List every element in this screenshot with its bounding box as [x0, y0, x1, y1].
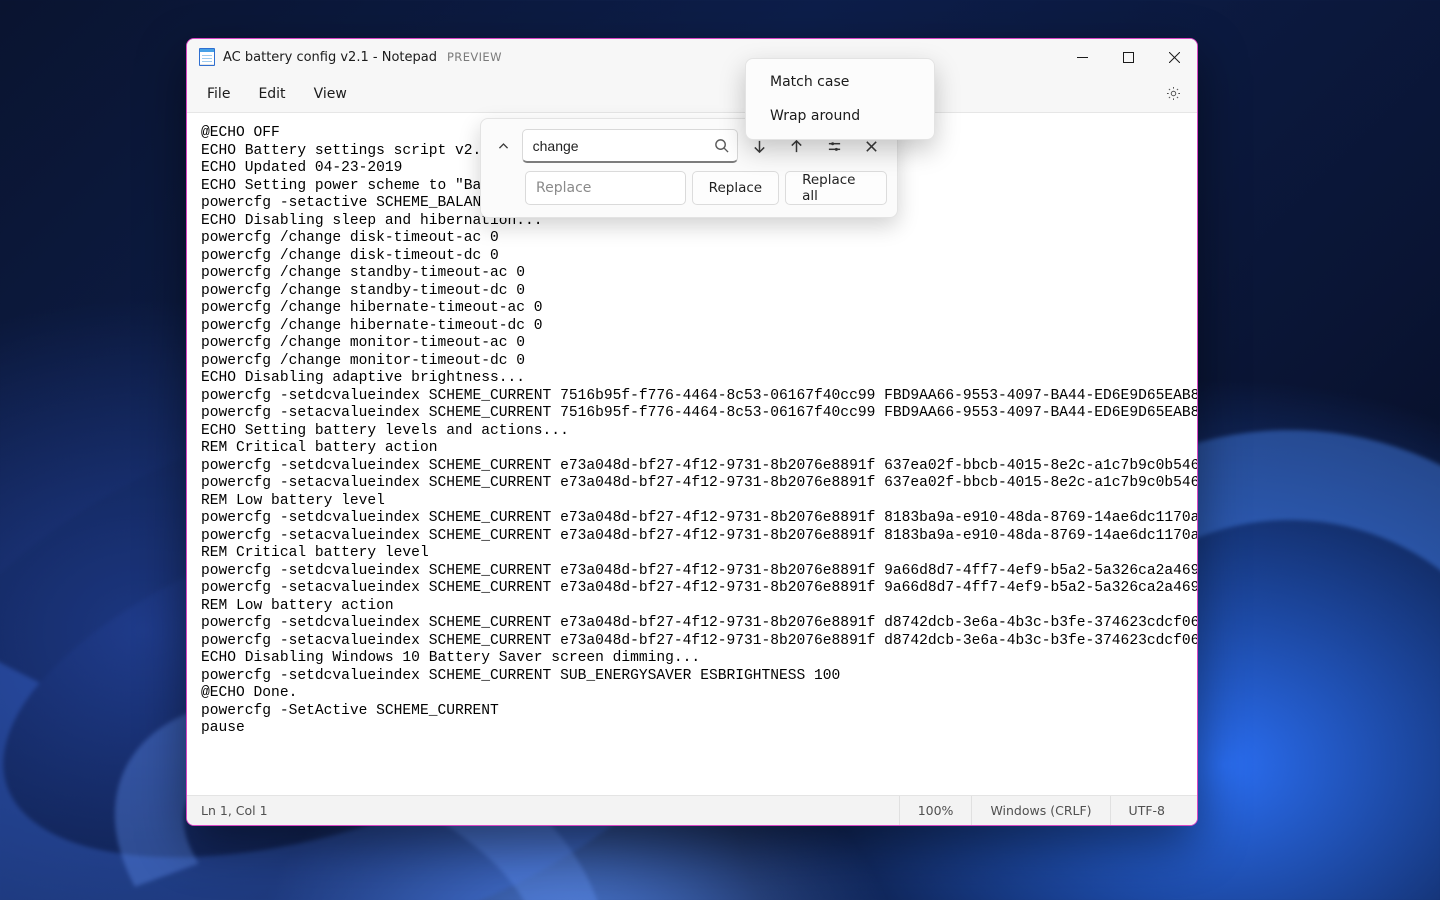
- preview-badge: PREVIEW: [447, 50, 502, 64]
- window-controls: [1059, 39, 1197, 75]
- option-match-case[interactable]: Match case: [746, 65, 934, 99]
- maximize-button[interactable]: [1105, 39, 1151, 75]
- gear-icon: [1165, 85, 1182, 102]
- option-wrap-around[interactable]: Wrap around: [746, 99, 934, 133]
- titlebar[interactable]: AC battery config v2.1 - Notepad PREVIEW: [187, 39, 1197, 75]
- chevron-up-icon: [497, 140, 510, 153]
- close-button[interactable]: [1151, 39, 1197, 75]
- menu-edit[interactable]: Edit: [244, 80, 299, 108]
- statusbar-zoom[interactable]: 100%: [899, 796, 972, 825]
- settings-button[interactable]: [1155, 78, 1191, 110]
- find-input[interactable]: [522, 129, 738, 163]
- replace-all-button[interactable]: Replace all: [785, 171, 887, 205]
- menu-file[interactable]: File: [193, 80, 244, 108]
- replace-button[interactable]: Replace: [692, 171, 779, 205]
- find-options-menu: Match case Wrap around: [745, 58, 935, 140]
- search-icon: [714, 138, 729, 153]
- statusbar: Ln 1, Col 1 100% Windows (CRLF) UTF-8: [187, 795, 1197, 825]
- statusbar-cursor-position: Ln 1, Col 1: [201, 796, 286, 825]
- collapse-replace-toggle[interactable]: [491, 130, 516, 162]
- sliders-icon: [827, 139, 842, 154]
- close-icon: [864, 139, 879, 154]
- statusbar-encoding[interactable]: UTF-8: [1110, 796, 1183, 825]
- replace-placeholder: Replace: [536, 180, 591, 196]
- find-input-field[interactable]: [533, 138, 714, 154]
- menu-view[interactable]: View: [300, 80, 361, 108]
- minimize-button[interactable]: [1059, 39, 1105, 75]
- arrow-down-icon: [752, 139, 767, 154]
- menubar: File Edit View: [187, 75, 1197, 113]
- notepad-app-icon: [199, 48, 215, 66]
- replace-input[interactable]: Replace: [525, 171, 686, 205]
- arrow-up-icon: [789, 139, 804, 154]
- statusbar-line-ending[interactable]: Windows (CRLF): [971, 796, 1109, 825]
- window-title: AC battery config v2.1 - Notepad: [223, 50, 437, 65]
